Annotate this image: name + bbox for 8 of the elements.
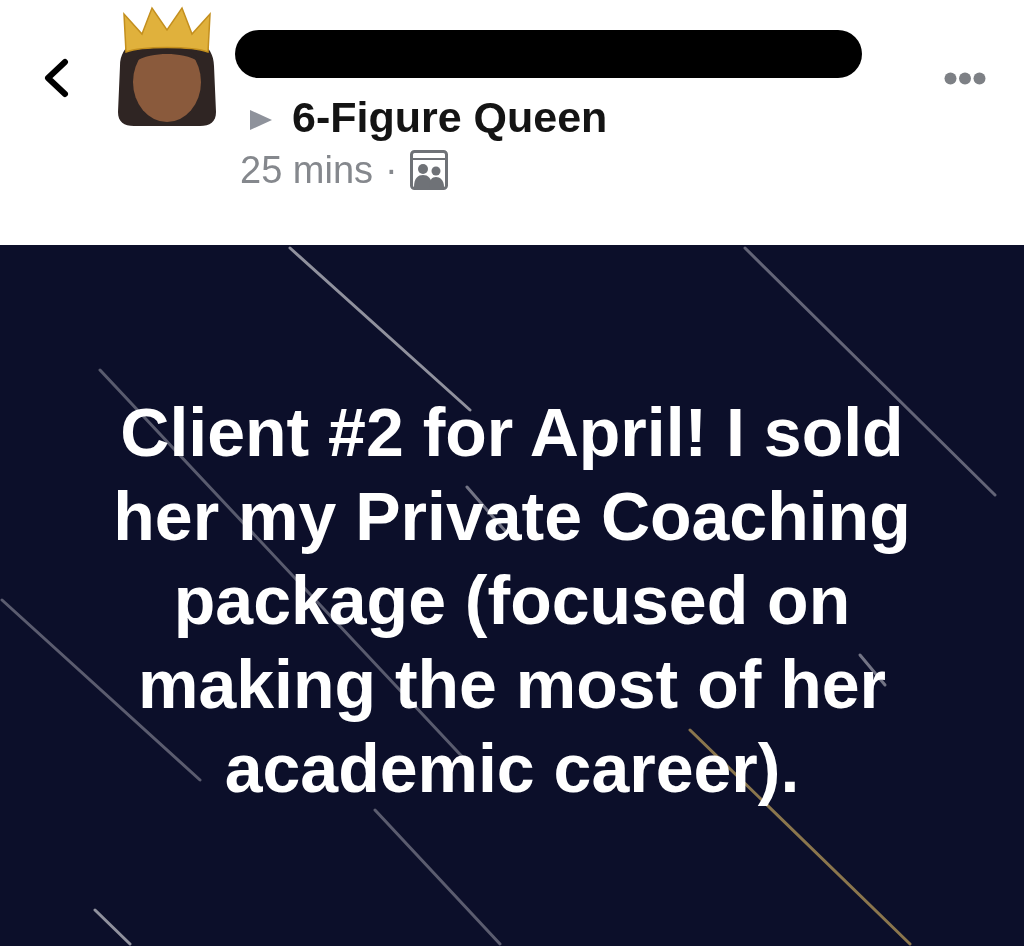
post-text: Client #2 for April! I sold her my Private Coaching package (focused on making the most of her academic career).	[112, 393, 912, 808]
separator-dot: ·	[385, 148, 398, 192]
timestamp: 25 mins	[240, 148, 374, 192]
back-icon[interactable]	[42, 58, 70, 98]
caret-right-icon	[250, 110, 272, 130]
group-name-link[interactable]: 6-Figure Queen	[292, 92, 608, 142]
group-icon	[409, 150, 448, 190]
more-options-icon[interactable]	[944, 72, 986, 85]
